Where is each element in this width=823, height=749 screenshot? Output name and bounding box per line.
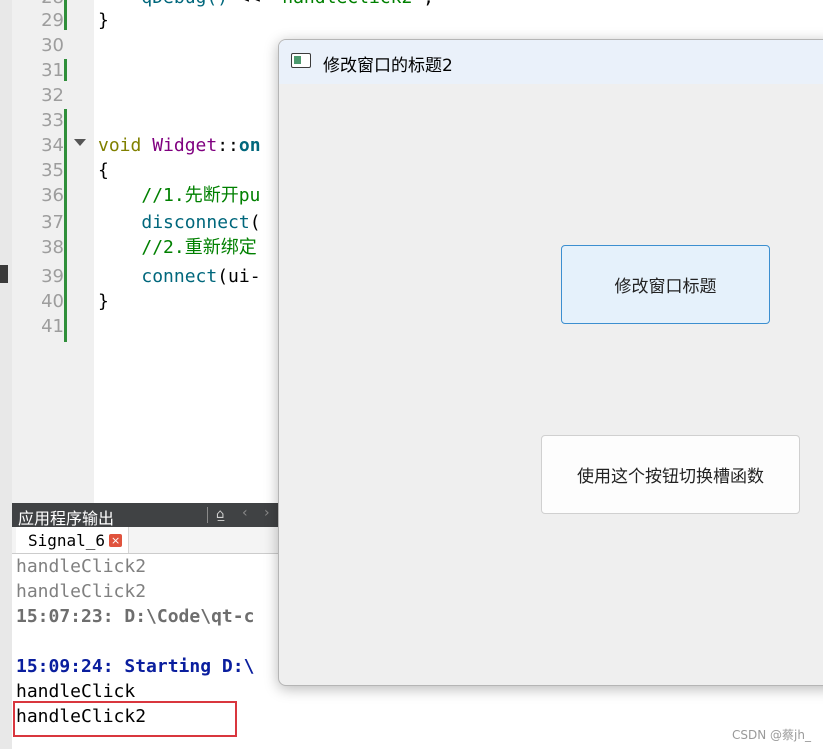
code-line-29: } [98, 10, 109, 31]
code-line-40: } [98, 291, 109, 312]
change-title-button[interactable]: 修改窗口标题 [561, 245, 770, 324]
code-line-35: { [98, 160, 109, 181]
close-icon[interactable]: × [109, 533, 123, 547]
tab-label: Signal_6 [28, 530, 106, 550]
line-number: 35 [41, 160, 64, 181]
output-line: handleClick2 [16, 581, 147, 602]
output-title: 应用程序输出 [18, 509, 115, 528]
side-marker [0, 265, 8, 283]
output-line: 15:09:24: Starting D:\ [16, 656, 255, 677]
output-line: 15:07:23: D:\Code\qt-c [16, 606, 255, 627]
line-number: 36 [41, 185, 64, 206]
line-number: 39 [41, 266, 64, 287]
line-number: 41 [41, 316, 64, 337]
code-line-36: //1.先断开pu [141, 185, 261, 206]
line-number: 30 [41, 35, 64, 56]
fold-toggle-icon[interactable] [74, 139, 86, 146]
line-number: 34 [41, 135, 64, 156]
output-line: handleClick2 [16, 556, 147, 577]
line-number-gutter: 28 29 30 31 32 33 34 35 36 37 38 39 40 4… [12, 0, 94, 503]
code-line-38: //2.重新绑定 [141, 237, 257, 258]
chevron-right-icon[interactable]: › [264, 505, 270, 521]
watermark: CSDN @蔡jh_ [732, 728, 811, 742]
fold-marker [64, 0, 67, 30]
tab-signal-6[interactable]: Signal_6 × [16, 527, 130, 553]
window-title: 修改窗口的标题2 [323, 56, 453, 76]
code-line-39: connect(ui- [141, 266, 261, 287]
highlight-annotation [13, 701, 237, 737]
broom-icon[interactable]: ⌂̲ [216, 507, 224, 522]
code-line-28: qDebug() << "handleClick2"; [98, 0, 434, 10]
line-number: 38 [41, 237, 64, 258]
toolbar-separator [207, 507, 208, 523]
line-number: 37 [41, 212, 64, 233]
code-line-37: disconnect( [141, 212, 261, 233]
window-icon [291, 53, 311, 68]
line-number: 40 [41, 291, 64, 312]
fold-marker [64, 109, 67, 342]
fold-marker [64, 59, 67, 81]
code-line-34: void Widget::on [98, 135, 261, 156]
app-window: 修改窗口的标题2 修改窗口标题 使用这个按钮切换槽函数 [278, 39, 823, 686]
window-titlebar[interactable]: 修改窗口的标题2 [279, 40, 823, 84]
line-number: 33 [41, 110, 64, 131]
line-number: 32 [41, 85, 64, 106]
chevron-left-icon[interactable]: ‹ [242, 505, 248, 521]
switch-slot-button[interactable]: 使用这个按钮切换槽函数 [541, 435, 800, 514]
line-number: 31 [41, 60, 64, 81]
line-number: 29 [41, 10, 64, 31]
